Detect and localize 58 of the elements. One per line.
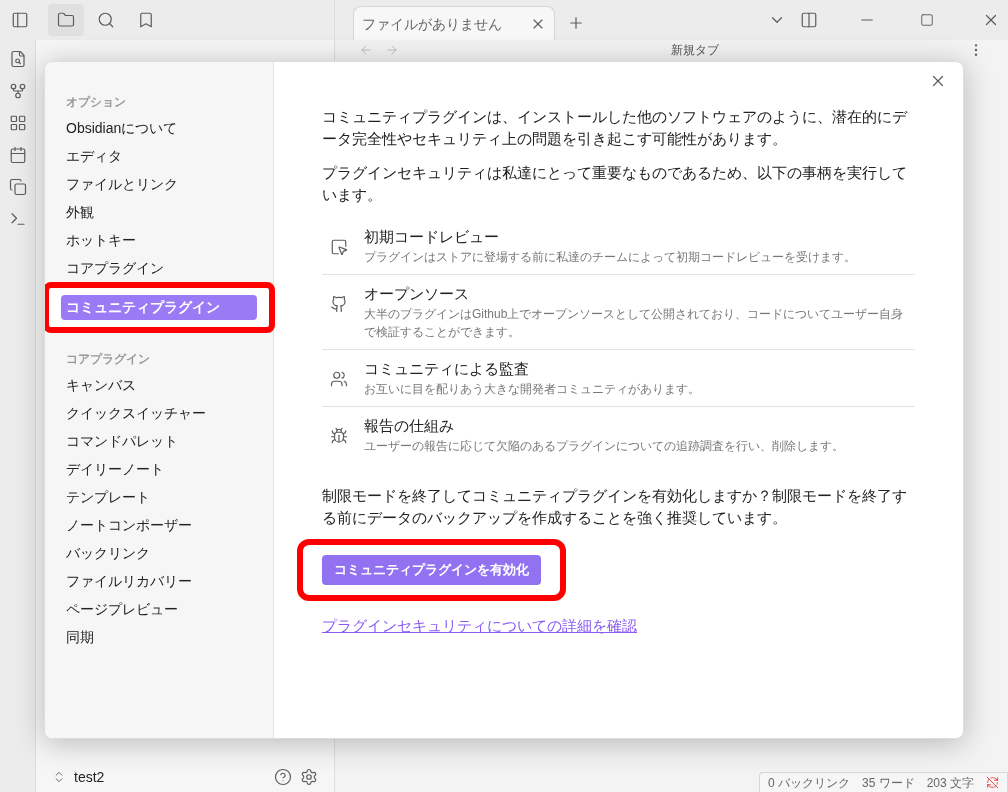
enable-plugins-button[interactable]: コミュニティプラグインを有効化 <box>322 555 541 585</box>
file-search-icon[interactable] <box>8 50 27 68</box>
terminal-icon[interactable] <box>8 210 27 228</box>
feature-description: プラグインはストアに登場する前に私達のチームによって初期コードレビューを受けます。 <box>364 249 856 266</box>
tab[interactable]: ファイルがありません <box>353 6 555 40</box>
sidebar-item[interactable]: キャンバス <box>45 371 273 399</box>
settings-icon[interactable] <box>300 768 318 786</box>
calendar-icon[interactable] <box>8 146 27 164</box>
new-tab-icon[interactable] <box>567 14 585 32</box>
vault-name[interactable]: test2 <box>74 767 105 787</box>
feature-title: コミュニティによる監査 <box>364 359 530 379</box>
status-text: 0 バックリンク <box>767 774 850 792</box>
section-heading: オプション <box>65 94 127 111</box>
feature-title: 初期コードレビュー <box>364 227 500 247</box>
sidebar-item[interactable]: Obsidianについて <box>45 114 273 142</box>
sync-off-icon[interactable] <box>986 776 999 789</box>
sidebar-item[interactable]: コマンドパレット <box>45 427 273 455</box>
sidebar-item[interactable]: エディタ <box>45 142 273 170</box>
sidebar-item[interactable]: ファイルリカバリー <box>45 567 273 595</box>
sidebar-item[interactable]: バックリンク <box>45 539 273 567</box>
feature-description: ユーザーの報告に応じて欠陥のあるプラグインについての追跡調査を行い、削除します。 <box>364 438 844 455</box>
split-view-icon[interactable] <box>800 11 818 29</box>
intro-paragraph: コミュニティプラグインは、インストールした他のソフトウェアのように、潜在的にデータ完全性やセキュリティ上の問題を引き起こす可能性があります。 <box>322 107 909 149</box>
bookmark-icon[interactable] <box>137 11 155 29</box>
bug-icon <box>330 427 348 445</box>
feature-title: 報告の仕組み <box>364 416 455 436</box>
details-link[interactable]: プラグインセキュリティについての詳細を確認 <box>322 615 915 638</box>
grid-icon[interactable] <box>8 114 27 132</box>
maximize-icon[interactable] <box>920 13 934 27</box>
sidebar-item[interactable]: ファイルとリンク <box>45 170 273 198</box>
sidebar-item[interactable]: テンプレート <box>45 483 273 511</box>
users-icon <box>330 370 348 388</box>
feature-title: オープンソース <box>364 284 470 304</box>
status-text: 203 文字 <box>926 774 974 792</box>
copy-icon[interactable] <box>8 178 27 196</box>
status-text: 35 ワード <box>861 774 915 792</box>
sidebar-item[interactable]: 同期 <box>45 623 273 651</box>
sidebar-item[interactable]: ページプレビュー <box>45 595 273 623</box>
page-title: 新規タブ <box>671 43 719 57</box>
feature-description: 大半のプラグインはGithub上でオープンソースとして公開されており、コードについてユーザー自身で検証することができます。 <box>364 306 905 341</box>
help-icon[interactable] <box>274 768 292 786</box>
sidebar-item[interactable]: ホットキー <box>45 226 273 254</box>
tab-label: ファイルがありません <box>362 14 502 34</box>
feature-description: お互いに目を配りあう大きな開発者コミュニティがあります。 <box>364 381 700 398</box>
sidebar-toggle-icon[interactable] <box>11 11 29 29</box>
sidebar-item[interactable]: クイックスイッチャー <box>45 399 273 427</box>
section-heading: コアプラグイン <box>65 351 151 368</box>
github-icon <box>330 295 348 313</box>
prompt-text: 制限モードを終了してコミュニティプラグインを有効化しますか？制限モードを終了する前にデータのバックアップを作成することを強く推奨しています。 <box>322 486 908 528</box>
search-icon[interactable] <box>97 11 115 29</box>
sidebar-item[interactable]: ノートコンポーザー <box>45 511 273 539</box>
intro-paragraph: プラグインセキュリティは私達にとって重要なものであるため、以下の事柄を実行しています。 <box>322 163 908 205</box>
graph-icon[interactable] <box>8 82 27 100</box>
sidebar-item[interactable]: 外観 <box>45 198 273 226</box>
sidebar-item[interactable]: コアプラグイン <box>45 254 273 282</box>
cursor-square-icon <box>330 238 348 256</box>
folder-icon[interactable] <box>57 11 75 29</box>
sidebar-item[interactable]: デイリーノート <box>45 455 273 483</box>
